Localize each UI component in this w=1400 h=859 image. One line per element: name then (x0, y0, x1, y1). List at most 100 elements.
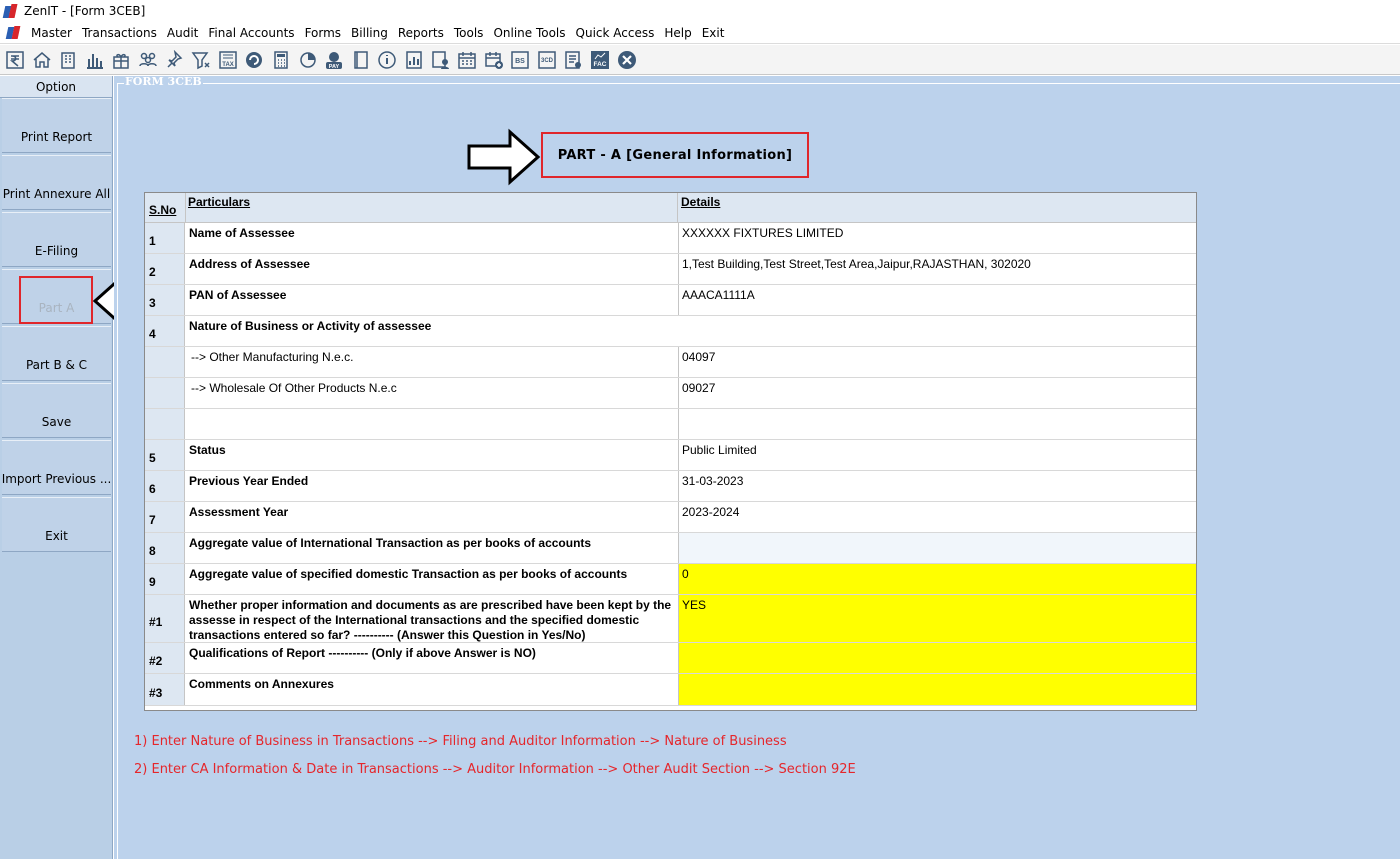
sidebar-header: Option (0, 76, 112, 98)
header-divider (185, 193, 186, 223)
business-code-field[interactable]: 09027 (678, 378, 1196, 408)
gift-icon[interactable] (110, 49, 132, 71)
international-transaction-value-field[interactable] (678, 533, 1196, 563)
menu-transactions[interactable]: Transactions (81, 26, 164, 40)
pin-icon[interactable] (164, 49, 186, 71)
row-particulars: Aggregate value of specified domestic Tr… (189, 567, 628, 581)
row-particulars: Nature of Business or Activity of assess… (189, 319, 432, 333)
row-sno: 7 (145, 502, 185, 532)
menu-tools[interactable]: Tools (453, 26, 491, 40)
form-3ceb-panel: FORM 3CEB PART - A [General Information]… (114, 76, 1400, 859)
print-annexure-all-button[interactable]: Print Annexure All (2, 155, 111, 210)
users-icon[interactable] (137, 49, 159, 71)
status-field[interactable]: Public Limited (678, 440, 1196, 470)
instruction-note-1: 1) Enter Nature of Business in Transacti… (134, 734, 787, 749)
header-divider (677, 193, 678, 223)
toolbar: TAX PAY BS 3CD FAC (0, 45, 1400, 75)
menu-bar: Master Transactions Audit Final Accounts… (0, 22, 1400, 44)
row-particulars: PAN of Assessee (189, 288, 287, 302)
name-of-assessee-field[interactable]: XXXXXX FIXTURES LIMITED (678, 223, 1196, 253)
menu-master[interactable]: Master (30, 26, 79, 40)
svg-text:TAX: TAX (222, 62, 234, 68)
menu-exit[interactable]: Exit (701, 26, 732, 40)
person-doc-icon[interactable] (430, 49, 452, 71)
menu-audit[interactable]: Audit (166, 26, 205, 40)
book-icon[interactable] (350, 49, 372, 71)
table-row: --> Wholesale Of Other Products N.e.c 09… (145, 378, 1196, 409)
exit-button[interactable]: Exit (2, 497, 111, 552)
pay-icon[interactable]: PAY (323, 49, 345, 71)
title-bar: ZenIT - [Form 3CEB] (0, 0, 1400, 22)
header-particulars: Particulars (188, 195, 251, 209)
part-title: PART - A [General Information] (557, 147, 793, 163)
row-particulars: Address of Assessee (189, 257, 310, 271)
calculator-icon[interactable] (270, 49, 292, 71)
save-button[interactable]: Save (2, 383, 111, 438)
row-particulars: Comments on Annexures (189, 677, 334, 691)
row-particulars: Assessment Year (189, 505, 289, 519)
building-icon[interactable] (57, 49, 79, 71)
row-sno: 1 (145, 223, 185, 253)
table-row: 6 Previous Year Ended 31-03-2023 (145, 471, 1196, 502)
previous-year-ended-field[interactable]: 31-03-2023 (678, 471, 1196, 501)
row-sno: 3 (145, 285, 185, 315)
fac-icon[interactable]: FAC (589, 49, 611, 71)
instruction-note-2: 2) Enter CA Information & Date in Transa… (134, 762, 856, 777)
table-row: 1 Name of Assessee XXXXXX FIXTURES LIMIT… (145, 223, 1196, 254)
rupee-icon[interactable] (4, 49, 26, 71)
import-previous-button[interactable]: Import Previous ... (2, 440, 111, 495)
row-particulars: Previous Year Ended (189, 474, 309, 488)
pan-of-assessee-field[interactable]: AAACA1111A (678, 285, 1196, 315)
bar-chart-icon[interactable] (84, 49, 106, 71)
report-icon[interactable] (403, 49, 425, 71)
close-circle-icon[interactable] (616, 49, 638, 71)
print-report-button[interactable]: Print Report (2, 98, 111, 153)
menu-forms[interactable]: Forms (304, 26, 348, 40)
row-particulars (185, 409, 678, 439)
3cd-icon[interactable]: 3CD (536, 49, 558, 71)
audit-icon[interactable] (562, 49, 584, 71)
table-row (145, 409, 1196, 440)
menu-final-accounts[interactable]: Final Accounts (207, 26, 301, 40)
row-sno: 5 (145, 440, 185, 470)
bs-icon[interactable]: BS (509, 49, 531, 71)
pie-chart-icon[interactable] (297, 49, 319, 71)
options-sidebar: Option Print Report Print Annexure All E… (0, 76, 113, 859)
svg-text:PAY: PAY (329, 64, 340, 70)
table-row: #1 Whether proper information and docume… (145, 595, 1196, 643)
business-code-field[interactable]: 04097 (678, 347, 1196, 377)
domestic-transaction-value-input[interactable]: 0 (678, 564, 1196, 594)
tax-icon[interactable]: TAX (217, 49, 239, 71)
proper-information-kept-input[interactable]: YES (678, 595, 1196, 642)
menu-app-icon[interactable] (6, 26, 22, 40)
row-particulars: Name of Assessee (189, 226, 295, 240)
menu-reports[interactable]: Reports (397, 26, 451, 40)
row-sno: #3 (145, 674, 185, 705)
assessment-year-field[interactable]: 2023-2024 (678, 502, 1196, 532)
calendar-icon[interactable] (456, 49, 478, 71)
qualifications-of-report-input[interactable] (678, 643, 1196, 673)
row-particulars: Whether proper information and documents… (189, 598, 672, 642)
row-sno: 8 (145, 533, 185, 563)
menu-help[interactable]: Help (663, 26, 698, 40)
e-filing-button[interactable]: E-Filing (2, 212, 111, 267)
calendar-add-icon[interactable] (483, 49, 505, 71)
home-icon[interactable] (31, 49, 53, 71)
refresh-icon[interactable] (243, 49, 265, 71)
row-particulars: Aggregate value of International Transac… (189, 536, 592, 550)
filter-icon[interactable] (190, 49, 212, 71)
blank-detail-field[interactable] (678, 409, 1196, 439)
part-b-c-button[interactable]: Part B & C (2, 326, 111, 381)
svg-text:BS: BS (515, 58, 525, 65)
svg-text:FAC: FAC (594, 61, 607, 68)
table-row: 8 Aggregate value of International Trans… (145, 533, 1196, 564)
comments-on-annexures-input[interactable] (678, 674, 1196, 705)
address-of-assessee-field[interactable]: 1,Test Building,Test Street,Test Area,Ja… (678, 254, 1196, 284)
part-title-box: PART - A [General Information] (541, 132, 809, 178)
row-particulars: Qualifications of Report ---------- (Onl… (189, 646, 536, 660)
menu-billing[interactable]: Billing (350, 26, 395, 40)
form-group-label: FORM 3CEB (124, 75, 203, 88)
menu-quick-access[interactable]: Quick Access (575, 26, 662, 40)
menu-online-tools[interactable]: Online Tools (492, 26, 572, 40)
info-icon[interactable] (376, 49, 398, 71)
